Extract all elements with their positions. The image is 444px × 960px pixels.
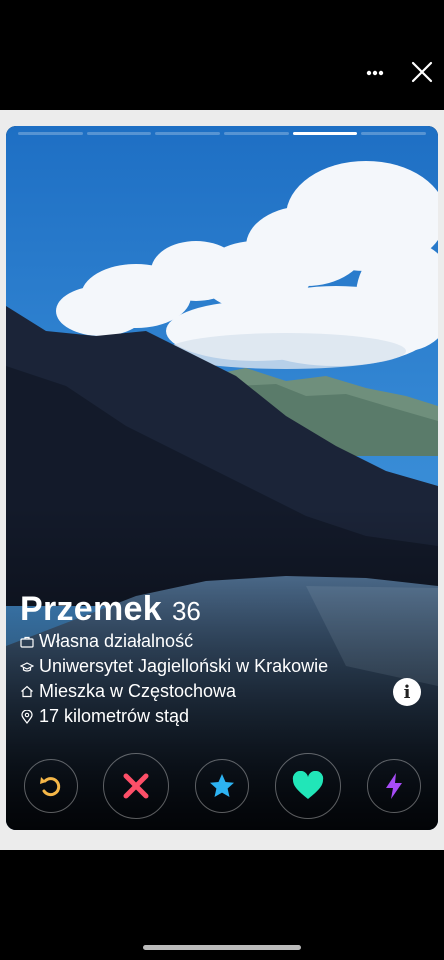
profile-card[interactable]: Przemek 36 Własna działalność Uniwersyte… <box>6 126 438 830</box>
home-indicator[interactable] <box>143 945 301 950</box>
lightning-icon <box>386 773 402 799</box>
photo-progress-bar <box>18 132 427 136</box>
super-like-button[interactable] <box>195 759 249 813</box>
heart-icon <box>292 771 324 799</box>
progress-segment <box>86 132 152 135</box>
bottom-bar <box>0 850 444 960</box>
home-icon <box>20 685 34 699</box>
city-line: Mieszka w Częstochowa <box>20 679 420 704</box>
location-pin-icon <box>20 709 34 724</box>
close-button[interactable] <box>408 58 436 86</box>
like-button[interactable] <box>275 753 341 819</box>
boost-button[interactable] <box>367 759 421 813</box>
more-dots-icon <box>366 70 384 76</box>
nope-button[interactable] <box>103 753 169 819</box>
job-line: Własna działalność <box>20 629 420 654</box>
city-text: Mieszka w Częstochowa <box>39 681 237 701</box>
distance-line: 17 kilometrów stąd <box>20 704 420 729</box>
progress-segment <box>224 132 289 135</box>
school-line: Uniwersytet Jagielloński w Krakowie <box>20 654 420 679</box>
graduation-cap-icon <box>20 660 34 674</box>
star-icon <box>210 774 234 797</box>
top-bar <box>0 0 444 110</box>
distance-text: 17 kilometrów stąd <box>39 706 190 726</box>
action-bar <box>6 753 438 819</box>
profile-name: Przemek <box>20 590 162 628</box>
progress-segment-active <box>292 132 358 135</box>
x-icon <box>123 773 149 799</box>
progress-segment <box>18 132 83 135</box>
name-age-row: Przemek 36 <box>20 590 420 629</box>
rewind-button[interactable] <box>24 759 78 813</box>
info-button[interactable]: i <box>393 678 421 706</box>
profile-age: 36 <box>171 596 201 626</box>
progress-segment <box>155 132 221 135</box>
profile-info: Przemek 36 Własna działalność Uniwersyte… <box>20 590 420 729</box>
close-icon <box>411 61 433 83</box>
school-text: Uniwersytet Jagielloński w Krakowie <box>39 656 329 676</box>
briefcase-icon <box>20 635 34 649</box>
rewind-icon <box>40 777 61 797</box>
progress-segment <box>361 132 427 135</box>
more-options-button[interactable] <box>362 60 388 86</box>
job-text: Własna działalność <box>39 631 194 651</box>
